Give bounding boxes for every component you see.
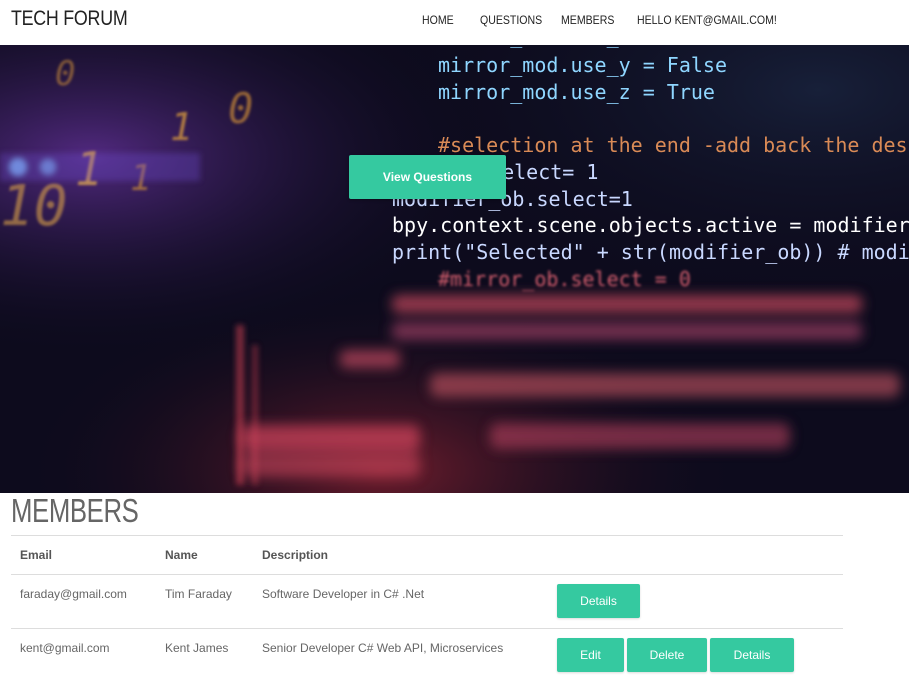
navbar: TECH FORUM HOME QUESTIONS MEMBERS HELLO … (0, 0, 909, 45)
svg-text:bpy.context.scene.objects.acti: bpy.context.scene.objects.active = modif… (392, 213, 909, 237)
nav-questions-link[interactable]: QUESTIONS (480, 13, 542, 27)
svg-text:mirror_mod.use_z = True: mirror_mod.use_z = True (438, 80, 715, 104)
column-header-email: Email (20, 548, 53, 562)
details-button[interactable]: Details (710, 638, 794, 672)
edit-button[interactable]: Edit (557, 638, 624, 672)
details-button[interactable]: Details (557, 584, 640, 618)
svg-text:#mirror_ob.select = 0: #mirror_ob.select = 0 (438, 267, 691, 291)
member-description: Software Developer in C# .Net (262, 587, 425, 601)
member-email: faraday@gmail.com (20, 587, 127, 601)
column-header-description: Description (262, 548, 329, 562)
member-name: Tim Faraday (165, 587, 232, 601)
svg-text:1: 1 (170, 105, 193, 149)
svg-text:0: 0 (228, 84, 253, 133)
svg-text:#selection at the end -add bac: #selection at the end -add back the des (438, 133, 908, 157)
view-questions-button[interactable]: View Questions (349, 155, 506, 199)
table-divider (11, 574, 843, 575)
svg-text:mirror_mod.use_x = False: mirror_mod.use_x = False (438, 45, 727, 48)
column-header-name: Name (165, 548, 198, 562)
member-name: Kent James (165, 641, 229, 655)
member-email: kent@gmail.com (20, 641, 110, 655)
svg-text:0: 0 (55, 54, 75, 94)
table-divider (11, 535, 843, 536)
svg-text:print("Selected" + str(modifie: print("Selected" + str(modifier_ob)) # m… (392, 240, 909, 264)
hero-banner: 0 1 0 1 10 1 mirror_mod.use_x = False mi… (0, 45, 909, 493)
svg-text:mirror_mod.use_y = False: mirror_mod.use_y = False (438, 53, 727, 77)
svg-text:10: 10 (0, 174, 67, 239)
delete-button[interactable]: Delete (627, 638, 707, 672)
hero-code-background: 0 1 0 1 10 1 mirror_mod.use_x = False mi… (0, 45, 909, 493)
members-title: MEMBERS (11, 492, 139, 529)
nav-links: HOME QUESTIONS MEMBERS HELLO KENT@GMAIL.… (0, 13, 909, 31)
nav-user-greeting[interactable]: HELLO KENT@GMAIL.COM! (637, 13, 777, 27)
member-description: Senior Developer C# Web API, Microservic… (262, 641, 504, 655)
nav-home-link[interactable]: HOME (422, 13, 454, 27)
nav-members-link[interactable]: MEMBERS (561, 13, 614, 27)
table-divider (11, 628, 843, 629)
